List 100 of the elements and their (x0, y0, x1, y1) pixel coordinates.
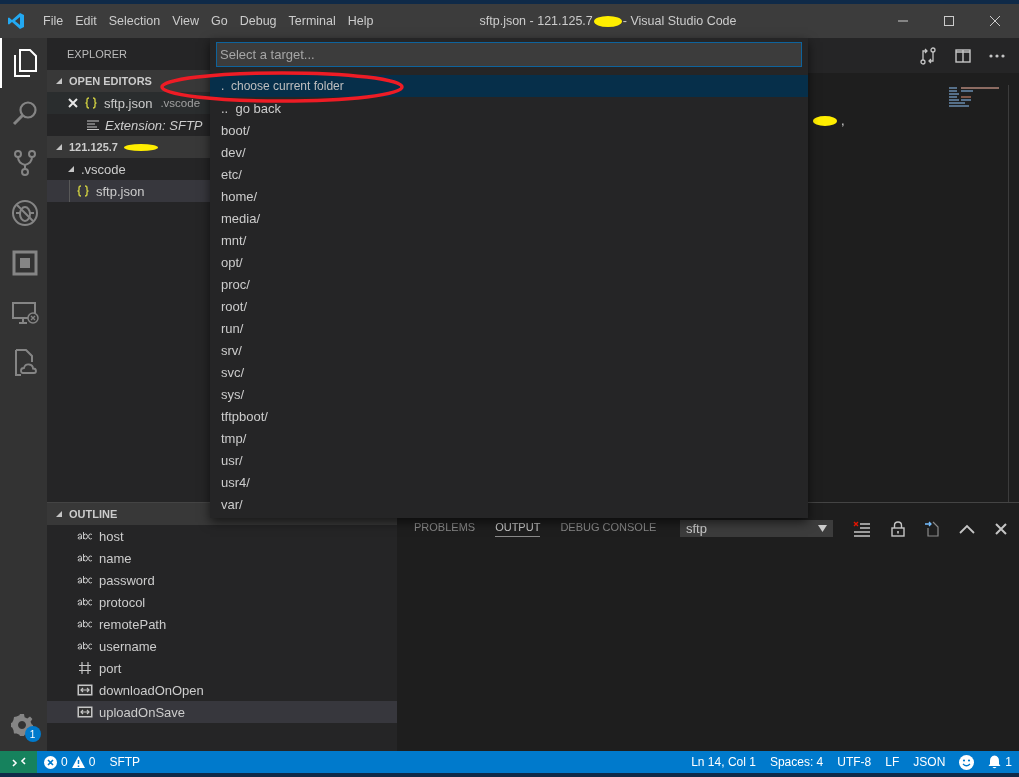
abc-icon (77, 619, 93, 629)
file-name[interactable]: sftp.json (104, 95, 153, 111)
quick-pick-item[interactable]: usr4/ (210, 471, 808, 493)
smiley-icon[interactable] (959, 754, 975, 770)
problems-status[interactable]: 0 0 (37, 755, 103, 769)
lines-icon (87, 120, 99, 130)
outline-item[interactable]: username (99, 638, 157, 654)
json-braces-icon (84, 96, 98, 110)
abc-icon (77, 575, 93, 585)
toggle-icon (77, 684, 93, 696)
split-editor-icon[interactable] (955, 48, 971, 63)
outline-item[interactable]: name (99, 550, 132, 566)
notifications-status[interactable]: 1 (981, 755, 1019, 769)
panel-tab[interactable]: DEBUG CONSOLE (560, 520, 657, 537)
compare-icon[interactable] (919, 46, 937, 65)
folder-name[interactable]: .vscode (81, 161, 126, 177)
menu-item[interactable]: Selection (102, 14, 167, 28)
outline-item[interactable]: protocol (99, 594, 146, 610)
chevron-up-icon[interactable] (959, 523, 975, 534)
code-text: , (841, 113, 845, 128)
window-title: sftp.json - 121.125.7 (479, 14, 593, 28)
json-braces-icon (76, 184, 90, 198)
abc-icon (77, 553, 93, 563)
quick-pick-item[interactable]: media/ (210, 207, 808, 229)
section-title[interactable]: OPEN EDITORS (69, 75, 152, 87)
menu-item[interactable]: File (37, 14, 70, 28)
quick-pick-item[interactable]: var/ (210, 493, 808, 515)
outline-item[interactable]: uploadOnSave (99, 704, 185, 720)
editor-name[interactable]: Extension: SFTP (105, 117, 203, 133)
lock-icon[interactable] (891, 520, 905, 537)
quick-pick-item[interactable]: .. go back (210, 97, 808, 119)
status-item[interactable]: UTF-8 (830, 755, 879, 769)
status-item[interactable]: SFTP (102, 755, 148, 769)
maximize-icon[interactable] (943, 15, 955, 27)
quick-pick-item[interactable]: sys/ (210, 383, 808, 405)
menu-item[interactable]: Debug (233, 14, 283, 28)
quick-pick-item[interactable]: etc/ (210, 163, 808, 185)
hash-icon (77, 661, 93, 675)
section-title[interactable]: 121.125.7 (69, 141, 118, 153)
remote-icon (11, 757, 26, 767)
search-icon[interactable] (11, 100, 38, 126)
chevron-icon[interactable] (55, 143, 63, 151)
window-title: - Visual Studio Code (622, 14, 737, 28)
branch-icon[interactable] (12, 149, 37, 177)
menu-item[interactable]: Edit (69, 14, 103, 28)
outline-item[interactable]: password (99, 572, 155, 588)
search-field[interactable]: Select a target... (216, 42, 802, 67)
caret-icon (818, 525, 827, 532)
status-item[interactable]: LF (878, 755, 907, 769)
file-path: .vscode (160, 97, 201, 109)
quick-pick-item[interactable]: dev/ (210, 141, 808, 163)
section-title[interactable]: OUTLINE (69, 508, 118, 520)
quick-pick-item[interactable]: tmp/ (210, 427, 808, 449)
quick-pick-item[interactable]: opt/ (210, 251, 808, 273)
quick-pick-item[interactable]: tftpboot/ (210, 405, 808, 427)
abc-icon (77, 597, 93, 607)
quick-pick-item[interactable]: . choose current folder (210, 75, 808, 97)
panel-tab[interactable]: OUTPUT (495, 520, 541, 537)
redaction-mark (593, 15, 622, 27)
close-icon[interactable] (995, 522, 1007, 535)
no-bug-icon[interactable] (10, 199, 39, 227)
outline-item[interactable]: host (99, 528, 124, 544)
panel-tab[interactable]: PROBLEMS (414, 520, 476, 537)
close-icon[interactable] (989, 15, 1001, 27)
menu-item[interactable]: Help (341, 14, 380, 28)
quick-pick-item[interactable]: home/ (210, 185, 808, 207)
menu-item[interactable]: Go (205, 14, 234, 28)
files-icon[interactable] (11, 49, 38, 77)
chevron-icon[interactable] (67, 165, 75, 173)
quick-pick-item[interactable]: svc/ (210, 361, 808, 383)
status-item[interactable]: Spaces: 4 (762, 755, 831, 769)
notification-badge: 1 (24, 726, 41, 742)
warning-icon (71, 756, 85, 768)
quick-pick-item[interactable]: boot/ (210, 119, 808, 141)
quick-pick-item[interactable]: proc/ (210, 273, 808, 295)
clear-output-icon[interactable] (853, 520, 871, 537)
outline-item[interactable]: port (99, 660, 122, 676)
extensions-icon[interactable] (11, 250, 38, 276)
remote-button[interactable] (0, 751, 37, 773)
quick-pick-item[interactable]: mnt/ (210, 229, 808, 251)
output-channel-dropdown[interactable]: sftp (680, 520, 833, 537)
quick-pick-item[interactable]: run/ (210, 317, 808, 339)
abc-icon (77, 641, 93, 651)
open-log-icon[interactable] (925, 520, 939, 537)
outline-item[interactable]: downloadOnOpen (99, 682, 204, 698)
file-name[interactable]: sftp.json (96, 183, 145, 199)
outline-item[interactable]: remotePath (99, 616, 167, 632)
status-item[interactable]: JSON (906, 755, 953, 769)
chevron-icon[interactable] (55, 77, 63, 85)
status-item[interactable]: Ln 14, Col 1 (684, 755, 763, 769)
quick-pick-item[interactable]: usr/ (210, 449, 808, 471)
error-icon (44, 755, 57, 769)
menu-item[interactable]: View (166, 14, 205, 28)
more-icon[interactable] (989, 53, 1005, 58)
chevron-icon[interactable] (55, 510, 63, 518)
menu-item[interactable]: Terminal (282, 14, 342, 28)
quick-pick-item[interactable]: root/ (210, 295, 808, 317)
remote-monitor-icon[interactable] (10, 300, 39, 326)
quick-pick-item[interactable]: srv/ (210, 339, 808, 361)
bell-icon (988, 755, 1002, 769)
